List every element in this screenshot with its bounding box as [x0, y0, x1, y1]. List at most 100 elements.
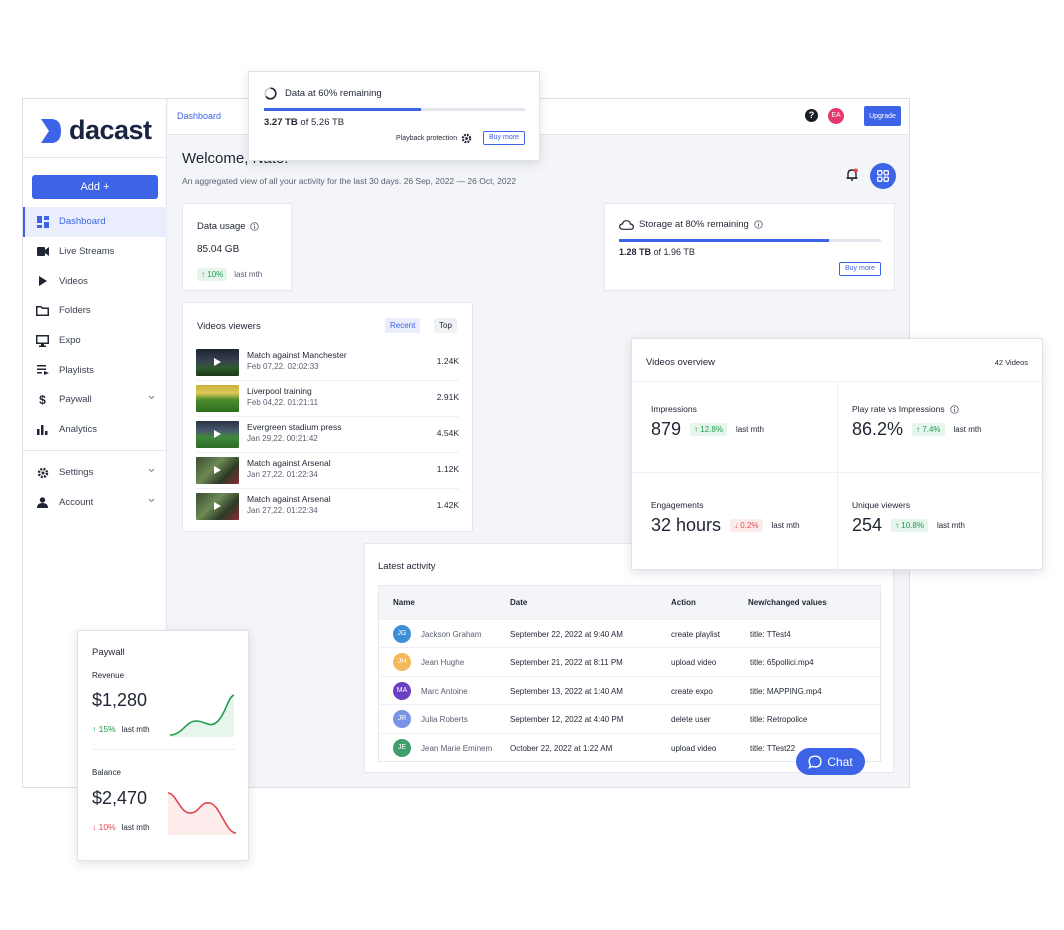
- upgrade-button[interactable]: Upgrade: [864, 106, 901, 126]
- avatar[interactable]: EA: [828, 108, 844, 124]
- logo[interactable]: dacast: [39, 115, 152, 146]
- buy-more-button[interactable]: Buy more: [483, 131, 525, 145]
- activity-action: delete user: [671, 715, 711, 725]
- user-name: Jean Marie Eminem: [421, 743, 493, 753]
- sidebar-item-playlists[interactable]: Playlists: [23, 355, 167, 385]
- divider: [92, 749, 236, 750]
- user-avatar: JE: [393, 738, 411, 757]
- period-label: last mth: [121, 724, 150, 734]
- sidebar-item-label: Analytics: [59, 424, 98, 436]
- sidebar-item-account[interactable]: Account: [23, 488, 167, 518]
- unique-viewers-stat: Unique viewers 254 ↑ 10.8% last mth: [852, 500, 965, 536]
- view-count: 1.24K: [436, 356, 459, 366]
- table-row[interactable]: JH Jean Hughe September 21, 2022 at 8:11…: [379, 647, 880, 675]
- stat-value: 86.2%: [852, 419, 904, 439]
- table-row[interactable]: MA Marc Antoine September 13, 2022 at 1:…: [379, 675, 880, 704]
- sidebar-item-live-streams[interactable]: Live Streams: [23, 237, 167, 267]
- sidebar-item-videos[interactable]: Videos: [23, 266, 167, 296]
- video-thumbnail: [196, 385, 239, 412]
- videos-overview-card: Videos overview 42 Videos Impressions 87…: [631, 338, 1044, 571]
- card-title: Latest activity: [378, 561, 436, 572]
- chevron-down-icon[interactable]: [148, 498, 155, 503]
- paywall-card: Paywall Revenue $1,280 ↑ 15% last mth Ba…: [77, 630, 249, 861]
- view-count: 1.12K: [436, 464, 459, 474]
- activity-action: create playlist: [671, 630, 720, 639]
- column-header[interactable]: Date: [510, 598, 527, 607]
- column-header[interactable]: Name: [393, 598, 415, 607]
- data-progress-fill: [264, 108, 421, 111]
- add-button[interactable]: Add +: [32, 175, 158, 199]
- sidebar-item-label: Folders: [59, 305, 91, 317]
- sidebar-item-analytics[interactable]: Analytics: [23, 415, 167, 445]
- breadcrumb[interactable]: Dashboard: [177, 111, 221, 121]
- activity-value: title: TTest4: [750, 630, 791, 639]
- sidebar-item-folders[interactable]: Folders: [23, 296, 167, 326]
- data-usage-value: 85.04 GB: [197, 244, 240, 255]
- column-header[interactable]: New/changed values: [748, 598, 827, 607]
- info-icon[interactable]: [249, 222, 259, 231]
- card-title: Videos viewers: [197, 321, 261, 332]
- activity-value: title: TTest22: [750, 743, 796, 753]
- sidebar-item-settings[interactable]: Settings: [23, 458, 167, 488]
- latest-activity-card: Latest activity Name Date Action New/cha…: [364, 543, 894, 773]
- table-row[interactable]: JG Jackson Graham September 22, 2022 at …: [379, 619, 880, 647]
- bar-chart-icon: [36, 423, 49, 436]
- column-header[interactable]: Action: [671, 598, 696, 607]
- play-rate-stat: Play rate vs Impressions 86.2% ↑ 7.4% la…: [852, 404, 982, 440]
- balance-change: ↓ 10%: [92, 822, 116, 832]
- table-row[interactable]: JR Julia Roberts September 12, 2022 at 4…: [379, 704, 880, 732]
- info-icon[interactable]: [949, 404, 959, 414]
- activity-table: Name Date Action New/changed values JG J…: [378, 585, 881, 762]
- stat-label: Unique viewers: [852, 500, 911, 510]
- info-icon[interactable]: [754, 220, 763, 229]
- divider: [23, 157, 167, 158]
- chevron-down-icon[interactable]: [148, 395, 155, 400]
- video-title: Match against Arsenal: [247, 458, 331, 468]
- view-count: 4.54K: [436, 428, 459, 438]
- divider: [837, 383, 838, 571]
- list-item[interactable]: Match against Arsenal Jan 27,22. 01:22:3…: [196, 453, 459, 489]
- cloud-icon: [619, 219, 634, 230]
- list-item[interactable]: Liverpool training Feb 04,22. 01:21:11 2…: [196, 381, 459, 417]
- period-label: last mth: [234, 270, 263, 279]
- storage-progress-fill: [619, 239, 829, 242]
- balance-value: $2,470: [92, 788, 148, 808]
- help-icon[interactable]: ?: [805, 109, 818, 122]
- person-icon: [36, 496, 49, 509]
- revenue-change: ↑ 15%: [92, 724, 116, 734]
- folder-icon: [36, 304, 49, 317]
- tab-recent[interactable]: Recent: [385, 318, 421, 333]
- chat-button[interactable]: Chat: [796, 748, 865, 775]
- change-badge: ↑ 7.4%: [912, 423, 945, 436]
- video-thumbnail: [196, 457, 239, 484]
- sidebar-item-label: Playlists: [59, 364, 94, 376]
- sidebar-item-paywall[interactable]: $ Paywall: [23, 385, 167, 415]
- sidebar-item-expo[interactable]: Expo: [23, 326, 167, 356]
- chat-bubble-icon: [808, 754, 822, 769]
- video-title: Liverpool training: [247, 386, 312, 396]
- tab-top[interactable]: Top: [434, 318, 457, 333]
- monitor-icon: [36, 334, 49, 347]
- list-item[interactable]: Match against Manchester Feb 07,22. 02:0…: [196, 345, 459, 381]
- list-item[interactable]: Match against Arsenal Jan 27,22. 01:22:3…: [196, 489, 459, 525]
- change-badge: ↓ 0.2%: [730, 519, 763, 532]
- bell-icon[interactable]: [846, 168, 858, 181]
- sidebar-item-dashboard[interactable]: Dashboard: [23, 207, 167, 237]
- user-avatar: MA: [393, 681, 411, 700]
- sidebar-item-label: Live Streams: [59, 246, 115, 258]
- play-icon: [214, 430, 221, 438]
- chat-label: Chat: [827, 754, 853, 769]
- apps-grid-button[interactable]: [870, 163, 896, 189]
- activity-value: title: MAPPING.mp4: [750, 686, 822, 696]
- list-item[interactable]: Evergreen stadium press Jan 29,22. 00:21…: [196, 417, 459, 453]
- gear-icon: [36, 466, 49, 479]
- user-name: Jean Hughe: [421, 658, 465, 668]
- revenue-value: $1,280: [92, 690, 148, 710]
- buy-more-button[interactable]: Buy more: [839, 262, 881, 276]
- sidebar-item-label: Paywall: [59, 394, 92, 406]
- storage-value: 1.28 TB of 1.96 TB: [619, 247, 695, 257]
- revenue-sparkline: [169, 694, 235, 737]
- play-icon: [214, 466, 221, 474]
- chevron-down-icon[interactable]: [148, 468, 155, 473]
- gear-icon[interactable]: [461, 133, 472, 144]
